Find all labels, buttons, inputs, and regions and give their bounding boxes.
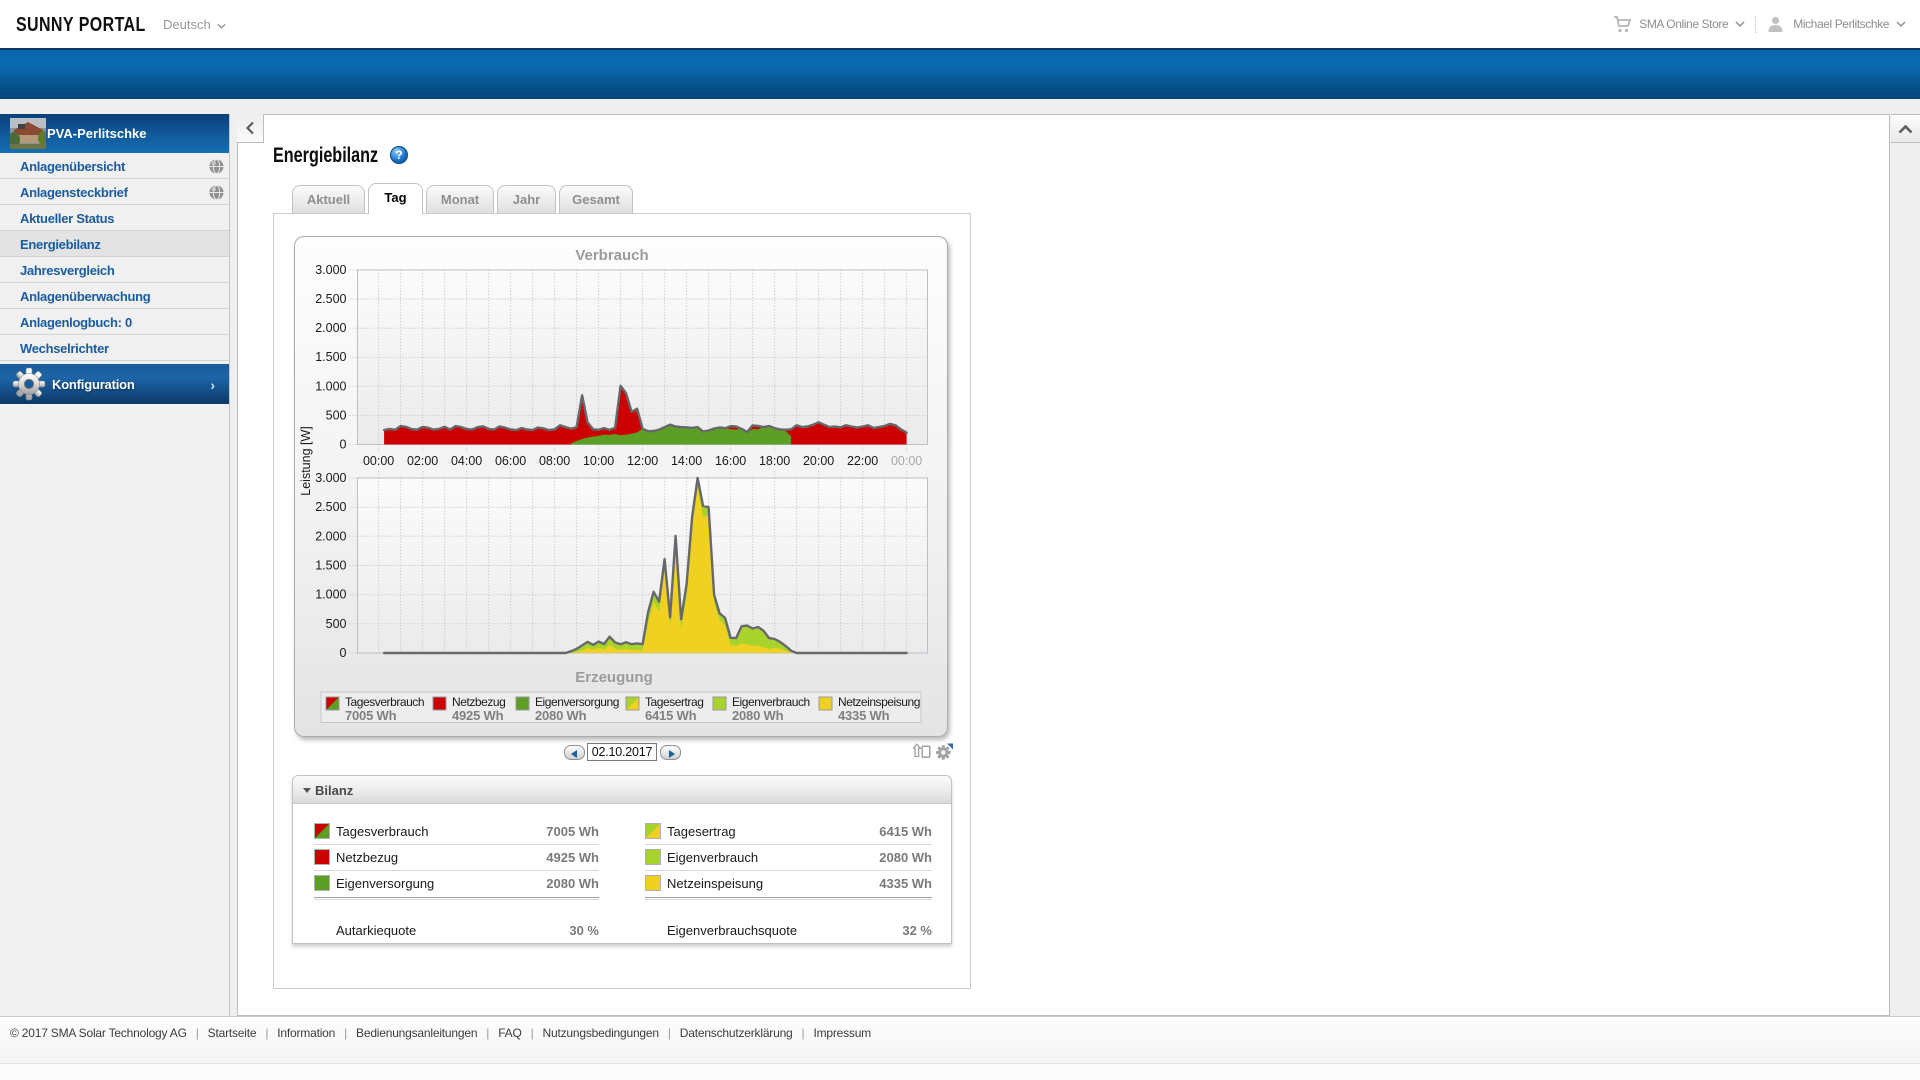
- svg-text:2.000: 2.000: [315, 529, 346, 543]
- svg-text:2080 Wh: 2080 Wh: [732, 708, 784, 723]
- svg-text:0: 0: [340, 646, 347, 660]
- svg-text:Leistung [W]: Leistung [W]: [299, 426, 313, 495]
- svg-text:1.500: 1.500: [315, 559, 346, 573]
- svg-text:3.000: 3.000: [315, 471, 346, 485]
- svg-text:Tagesertrag: Tagesertrag: [645, 695, 703, 709]
- svg-text:20:00: 20:00: [803, 454, 834, 468]
- svg-text:04:00: 04:00: [451, 454, 482, 468]
- svg-text:4335 Wh: 4335 Wh: [838, 708, 890, 723]
- svg-text:06:00: 06:00: [495, 454, 526, 468]
- svg-text:Tagesverbrauch: Tagesverbrauch: [345, 695, 424, 709]
- svg-text:6415 Wh: 6415 Wh: [645, 708, 697, 723]
- svg-text:00:00: 00:00: [891, 454, 922, 468]
- svg-text:1.000: 1.000: [315, 379, 346, 393]
- svg-text:16:00: 16:00: [715, 454, 746, 468]
- svg-text:2.500: 2.500: [315, 292, 346, 306]
- svg-text:2080 Wh: 2080 Wh: [535, 708, 587, 723]
- svg-text:14:00: 14:00: [671, 454, 702, 468]
- svg-text:500: 500: [326, 408, 347, 422]
- svg-text:12:00: 12:00: [627, 454, 658, 468]
- svg-text:02:00: 02:00: [407, 454, 438, 468]
- svg-text:Eigenversorgung: Eigenversorgung: [535, 695, 619, 709]
- svg-text:18:00: 18:00: [759, 454, 790, 468]
- svg-text:0: 0: [340, 438, 347, 452]
- svg-text:Eigenverbrauch: Eigenverbrauch: [732, 695, 810, 709]
- svg-text:1.000: 1.000: [315, 588, 346, 602]
- svg-text:Erzeugung: Erzeugung: [575, 669, 653, 686]
- svg-text:08:00: 08:00: [539, 454, 570, 468]
- svg-text:2.500: 2.500: [315, 500, 346, 514]
- svg-text:Verbrauch: Verbrauch: [575, 247, 648, 264]
- svg-text:Netzeinspeisung: Netzeinspeisung: [838, 695, 920, 709]
- svg-text:22:00: 22:00: [847, 454, 878, 468]
- svg-text:7005 Wh: 7005 Wh: [345, 708, 397, 723]
- svg-text:500: 500: [326, 617, 347, 631]
- svg-text:1.500: 1.500: [315, 350, 346, 364]
- svg-text:Netzbezug: Netzbezug: [452, 695, 505, 709]
- svg-text:4925 Wh: 4925 Wh: [452, 708, 504, 723]
- svg-text:3.000: 3.000: [315, 263, 346, 277]
- svg-text:10:00: 10:00: [583, 454, 614, 468]
- svg-text:00:00: 00:00: [363, 454, 394, 468]
- svg-text:2.000: 2.000: [315, 321, 346, 335]
